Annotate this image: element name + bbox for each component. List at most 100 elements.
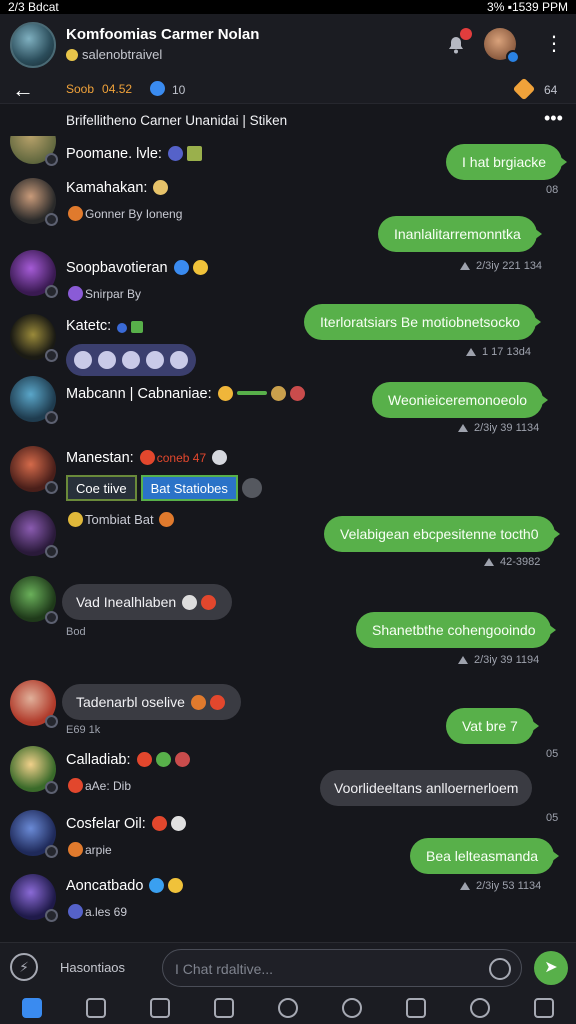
author-name: Aoncatbado bbox=[66, 878, 144, 894]
shield-icon[interactable] bbox=[86, 998, 106, 1018]
fox-icon bbox=[68, 206, 83, 221]
verified-icon bbox=[150, 81, 165, 96]
store-icon[interactable] bbox=[150, 998, 170, 1018]
user-avatar[interactable] bbox=[10, 136, 58, 166]
profile-avatar[interactable] bbox=[484, 28, 520, 64]
status-icon bbox=[45, 845, 58, 858]
user-avatar[interactable] bbox=[10, 314, 58, 362]
author-name: Mabcann | Cabnaniae: bbox=[66, 386, 212, 402]
outgoing-message[interactable]: Weonieiceremonoeolo bbox=[372, 382, 549, 418]
emoji-icon bbox=[136, 752, 152, 767]
back-arrow-icon[interactable]: ← bbox=[12, 78, 34, 102]
pin-icon bbox=[460, 262, 470, 270]
message-meta: Gonner By Ioneng bbox=[66, 206, 182, 221]
more-menu-icon[interactable]: ⋮ bbox=[544, 32, 564, 56]
message-text: Tadenarbl oselive bbox=[76, 694, 185, 710]
message-time: 2/3iy 221 134 bbox=[460, 260, 542, 272]
user-avatar[interactable] bbox=[10, 680, 58, 728]
pinned-message[interactable]: Brifellitheno Carner Unanidai | Stiken •… bbox=[0, 104, 576, 136]
time-text: 1 17 13d4 bbox=[482, 346, 531, 358]
emoji-icon bbox=[155, 752, 171, 767]
reaction-icon[interactable] bbox=[170, 351, 188, 369]
heart-icon bbox=[151, 816, 167, 831]
reaction-icon[interactable] bbox=[146, 351, 164, 369]
bag-icon[interactable] bbox=[406, 998, 426, 1018]
settings-icon[interactable] bbox=[534, 998, 554, 1018]
gauge-icon[interactable] bbox=[342, 998, 362, 1018]
meta-text: Gonner By Ioneng bbox=[85, 207, 183, 221]
chat-title[interactable]: Komfoomias Carmer Nolan bbox=[66, 26, 259, 43]
user-avatar[interactable] bbox=[10, 178, 58, 226]
emoji-picker-icon[interactable] bbox=[489, 958, 511, 980]
emoji-icon bbox=[68, 512, 83, 527]
meta-text: Snirpar By bbox=[85, 287, 142, 301]
message-input[interactable]: I Chat rdaltive... bbox=[162, 949, 522, 987]
notification-badge bbox=[460, 28, 472, 40]
home-icon[interactable] bbox=[22, 998, 42, 1018]
reaction-icon[interactable] bbox=[74, 351, 92, 369]
input-placeholder: I Chat rdaltive... bbox=[175, 961, 274, 977]
notification-icon[interactable] bbox=[444, 28, 472, 56]
user-avatar[interactable] bbox=[10, 446, 58, 494]
status-icon bbox=[45, 545, 58, 558]
incoming-message[interactable]: Voorlideeltans anlloernerloem bbox=[320, 770, 533, 806]
clock-icon[interactable] bbox=[278, 998, 298, 1018]
chip[interactable]: Bat Statiobes bbox=[140, 475, 238, 501]
outgoing-message[interactable]: Inanlalitarremonntka bbox=[378, 216, 542, 252]
message-meta: aAe: Dib bbox=[66, 778, 131, 793]
group-avatar[interactable] bbox=[10, 22, 56, 68]
message-time: 42-3982 bbox=[484, 556, 540, 568]
outgoing-message[interactable]: Velabigean ebcpesitenne tocth0 bbox=[324, 516, 559, 552]
reaction-bar[interactable] bbox=[66, 344, 196, 376]
message-author: Poomane. lvle: bbox=[66, 146, 204, 162]
status-icon bbox=[45, 909, 58, 922]
attach-icon[interactable]: ⚡ bbox=[10, 953, 38, 981]
send-icon[interactable]: ➤ bbox=[534, 951, 568, 985]
emoji-icon bbox=[270, 386, 286, 401]
more-dots-icon[interactable]: ••• bbox=[544, 108, 563, 129]
outgoing-message[interactable]: Bea lelteasmanda bbox=[410, 838, 560, 874]
chip-group: Coe tiive Bat Statiobes bbox=[66, 474, 262, 502]
verified-count: 10 bbox=[172, 83, 186, 97]
heart-icon bbox=[139, 450, 155, 465]
message-author: Cosfelar Oil: bbox=[66, 816, 188, 832]
author-name: Kamahakan: bbox=[66, 180, 148, 196]
message-time: 2/3iy 39 1194 bbox=[458, 654, 539, 666]
chat-icon[interactable] bbox=[470, 998, 490, 1018]
author-name: Poomane. lvle: bbox=[66, 146, 162, 162]
message-meta: Tombiat Bat bbox=[66, 512, 176, 527]
tag-icon[interactable] bbox=[512, 77, 536, 101]
user-avatar[interactable] bbox=[10, 746, 58, 794]
emoji-icon bbox=[66, 49, 78, 61]
reaction-icon[interactable] bbox=[122, 351, 140, 369]
user-avatar[interactable] bbox=[10, 810, 58, 858]
compose-bar: ⚡ Hasontiaos I Chat rdaltive... ➤ bbox=[0, 942, 576, 992]
user-avatar[interactable] bbox=[10, 250, 58, 298]
emoji-icon bbox=[201, 595, 217, 610]
user-avatar[interactable] bbox=[10, 874, 58, 922]
message-list[interactable]: Poomane. lvle: I hat brgiacke 08 Kamahak… bbox=[0, 136, 576, 942]
outgoing-message[interactable]: I hat brgiacke bbox=[446, 144, 568, 180]
outgoing-message[interactable]: Iterloratsiars Be motiobnetsocko bbox=[304, 304, 541, 340]
stat-display: Soob 04.52 bbox=[66, 82, 132, 96]
subtitle-text: salenobtraivel bbox=[82, 47, 163, 62]
user-avatar[interactable] bbox=[10, 510, 58, 558]
status-icon bbox=[45, 285, 58, 298]
chat-subheader: ← Soob 04.52 10 64 bbox=[0, 76, 576, 104]
incoming-message[interactable]: Vad Inealhlaben bbox=[62, 584, 233, 620]
chart-icon[interactable] bbox=[214, 998, 234, 1018]
user-avatar[interactable] bbox=[10, 576, 58, 624]
emoji-icon[interactable] bbox=[241, 478, 262, 498]
emoji-icon bbox=[209, 695, 225, 710]
chip[interactable]: Coe tiive bbox=[66, 475, 137, 501]
compose-label[interactable]: Hasontiaos bbox=[60, 960, 125, 975]
stat-value: 04.52 bbox=[102, 82, 133, 96]
message-meta: E69 1k bbox=[66, 724, 101, 736]
message-author: Aoncatbado bbox=[66, 878, 185, 894]
outgoing-message[interactable]: Shanetbthe cohengooindo bbox=[356, 612, 557, 648]
reaction-icon[interactable] bbox=[98, 351, 116, 369]
emoji-icon bbox=[289, 386, 305, 401]
outgoing-message[interactable]: Vat bre 7 bbox=[446, 708, 539, 744]
incoming-message[interactable]: Tadenarbl oselive bbox=[62, 684, 241, 720]
user-avatar[interactable] bbox=[10, 376, 58, 424]
